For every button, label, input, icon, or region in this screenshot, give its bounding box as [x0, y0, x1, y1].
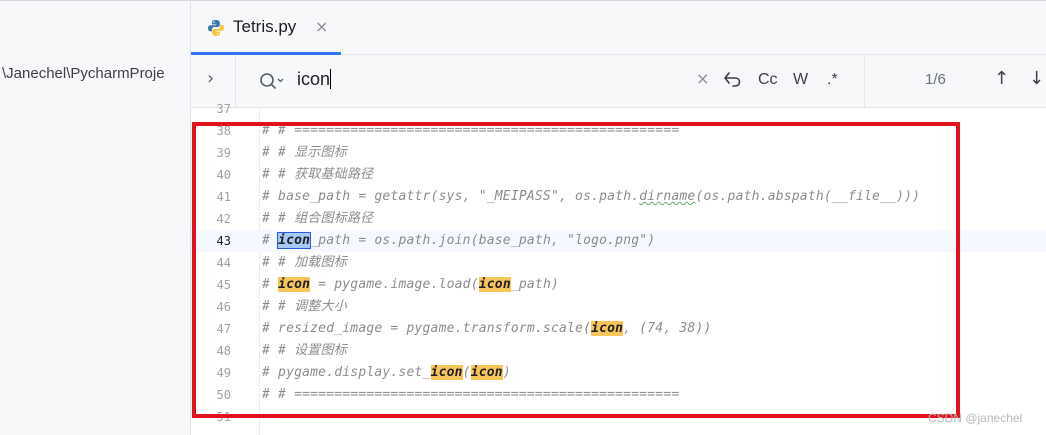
code-line[interactable]: 37 — [191, 98, 1046, 120]
code-line[interactable]: 41 # base_path = getattr(sys, "_MEIPASS",… — [191, 186, 1046, 208]
line-number[interactable]: 45 — [191, 274, 231, 296]
code-segment: _path) — [510, 277, 560, 292]
code-segment: (os.path.abspath(__file__))) — [695, 189, 921, 204]
code-text: # # 调整大小 — [262, 296, 347, 318]
code-text: # icon_path = os.path.join(base_path, "l… — [262, 230, 655, 252]
search-match: icon — [478, 277, 511, 292]
code-line[interactable]: 44 # # 加载图标 — [191, 252, 1046, 274]
code-segment: # # ====================================… — [262, 123, 680, 138]
current-search-match: icon — [277, 232, 312, 249]
code-segment: # # 加载图标 — [262, 255, 347, 270]
code-segment: ( — [462, 365, 471, 380]
code-text: # pygame.display.set_icon(icon) — [262, 362, 511, 384]
code-text: # # 设置图标 — [262, 340, 347, 362]
spelling-warning-text: dirname — [639, 189, 696, 204]
code-segment: , (74, 38)) — [623, 321, 712, 336]
chevron-right-icon: › — [207, 68, 215, 89]
code-line[interactable]: 38 # # ==================================… — [191, 120, 1046, 142]
line-number[interactable]: 48 — [191, 340, 231, 362]
match-count: 1/6 — [925, 71, 946, 88]
tab-title: Tetris.py — [233, 17, 297, 36]
newline-icon[interactable] — [721, 68, 743, 90]
next-match-arrow-down-icon[interactable]: ↓ — [1029, 68, 1044, 89]
code-line[interactable]: 50 # # ==================================… — [191, 384, 1046, 406]
search-match: icon — [470, 365, 503, 380]
line-number[interactable]: 40 — [191, 164, 231, 186]
search-match: icon — [278, 277, 311, 292]
code-segment: # # 设置图标 — [262, 343, 347, 358]
code-text: # # ====================================… — [262, 120, 679, 142]
code-line[interactable]: 49 # pygame.display.set_icon(icon) — [191, 362, 1046, 384]
code-line[interactable]: 51 — [191, 406, 1046, 428]
editor-tab-bar: Tetris.py × — [191, 1, 1046, 55]
line-number[interactable]: 39 — [191, 142, 231, 164]
code-line[interactable]: 45 # icon = pygame.image.load(icon_path) — [191, 274, 1046, 296]
code-line[interactable]: 40 # # 获取基础路径 — [191, 164, 1046, 186]
code-line[interactable]: 43 # icon_path = os.path.join(base_path, … — [191, 230, 1046, 252]
code-text: # # 加载图标 — [262, 252, 347, 274]
line-number[interactable]: 51 — [191, 406, 231, 428]
code-line[interactable]: 42 # # 组合图标路径 — [191, 208, 1046, 230]
search-icon[interactable] — [257, 68, 285, 94]
code-segment: # # 显示图标 — [262, 145, 347, 160]
tab-tetris-py[interactable]: Tetris.py × — [191, 1, 342, 55]
code-segment: # — [262, 277, 279, 292]
search-input[interactable]: icon — [297, 69, 332, 90]
python-icon — [208, 20, 224, 36]
code-text: # # 显示图标 — [262, 142, 347, 164]
code-segment: _path = os.path.join(base_path, "logo.pn… — [310, 233, 656, 248]
code-segment: # # 调整大小 — [262, 299, 347, 314]
code-segment: # base_path = getattr(sys, "_MEIPASS", o… — [262, 189, 640, 204]
code-editor[interactable]: 37 38 # # ================================… — [191, 102, 1046, 435]
code-segment: # # ====================================… — [262, 387, 680, 402]
line-number[interactable]: 42 — [191, 208, 231, 230]
code-text: # # ====================================… — [262, 384, 679, 406]
code-line[interactable]: 46 # # 调整大小 — [191, 296, 1046, 318]
code-text: # icon = pygame.image.load(icon_path) — [262, 274, 559, 296]
code-segment: # — [262, 233, 279, 248]
project-panel: \Janechel\PycharmProje — [0, 1, 190, 435]
code-line[interactable]: 48 # # 设置图标 — [191, 340, 1046, 362]
code-segment: # # 组合图标路径 — [262, 211, 374, 226]
line-number[interactable]: 44 — [191, 252, 231, 274]
search-match: icon — [430, 365, 463, 380]
line-number[interactable]: 47 — [191, 318, 231, 340]
line-number[interactable]: 43 — [191, 230, 231, 252]
code-segment: = pygame.image.load( — [310, 277, 479, 292]
previous-match-arrow-up-icon[interactable]: ↑ — [994, 68, 1009, 89]
line-number[interactable]: 46 — [191, 296, 231, 318]
whole-words-toggle[interactable]: W — [793, 71, 808, 89]
code-segment: # # 获取基础路径 — [262, 167, 374, 182]
line-number[interactable]: 37 — [191, 98, 231, 120]
code-segment: # pygame.display.set_ — [262, 365, 431, 380]
search-match: icon — [591, 321, 624, 336]
code-segment: # resized_image = pygame.transform.scale… — [262, 321, 592, 336]
match-case-toggle[interactable]: Cc — [758, 71, 778, 89]
code-text: # # 组合图标路径 — [262, 208, 373, 230]
code-text: # resized_image = pygame.transform.scale… — [262, 318, 712, 340]
code-line[interactable]: 47 # resized_image = pygame.transform.sca… — [191, 318, 1046, 340]
code-text: # base_path = getattr(sys, "_MEIPASS", o… — [262, 186, 920, 208]
line-number[interactable]: 41 — [191, 186, 231, 208]
code-line[interactable]: 39 # # 显示图标 — [191, 142, 1046, 164]
tab-close-icon[interactable]: × — [315, 17, 328, 36]
project-path[interactable]: \Janechel\PycharmProje — [2, 65, 165, 82]
line-number[interactable]: 38 — [191, 120, 231, 142]
search-query-text: icon — [297, 69, 331, 89]
watermark: CSDN @janechel — [928, 411, 1023, 425]
code-text: # # 获取基础路径 — [262, 164, 373, 186]
regex-toggle[interactable]: .* — [827, 71, 838, 89]
clear-search-icon[interactable]: × — [696, 69, 709, 88]
line-number[interactable]: 49 — [191, 362, 231, 384]
text-caret — [330, 69, 332, 89]
line-number[interactable]: 50 — [191, 384, 231, 406]
code-segment: ) — [502, 365, 511, 380]
